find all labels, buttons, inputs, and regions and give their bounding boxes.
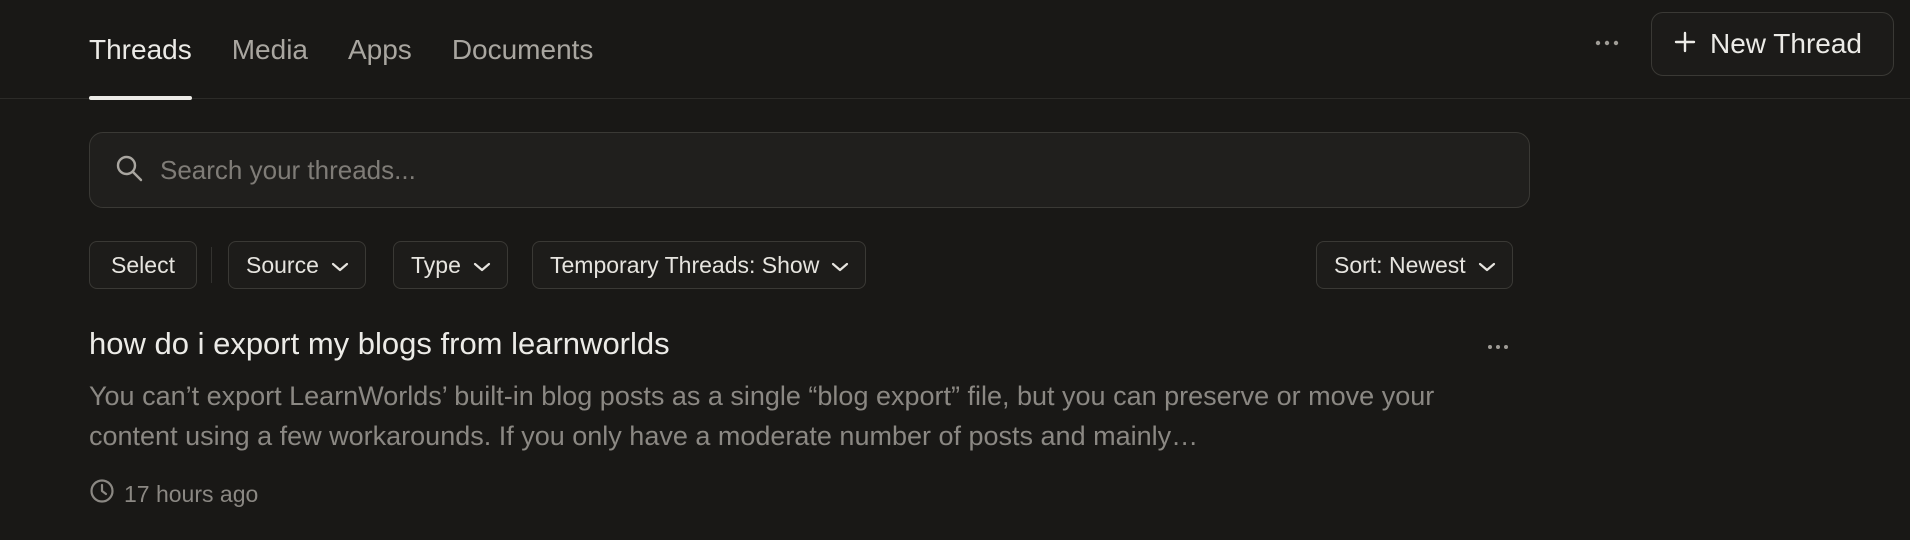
search-icon: [114, 153, 144, 188]
tab-threads[interactable]: Threads: [89, 0, 192, 100]
tab-documents[interactable]: Documents: [452, 0, 594, 99]
tab-list: Threads Media Apps Documents: [89, 0, 633, 100]
thread-time-label: 17 hours ago: [124, 480, 259, 507]
new-thread-label: New Thread: [1710, 28, 1863, 59]
chevron-down-icon: [831, 252, 849, 279]
chevron-down-icon: [331, 252, 349, 279]
search-input[interactable]: [160, 133, 1529, 207]
search-bar[interactable]: [89, 132, 1530, 208]
thread-more-options-icon[interactable]: [1481, 330, 1515, 364]
filter-divider: [211, 247, 212, 283]
type-filter-dropdown[interactable]: Type: [393, 241, 508, 289]
top-nav-bar: Threads Media Apps Documents New Thread: [0, 0, 1910, 100]
temporary-threads-dropdown[interactable]: Temporary Threads: Show: [532, 241, 867, 289]
tab-media[interactable]: Media: [232, 0, 308, 99]
source-filter-dropdown[interactable]: Source: [228, 241, 366, 289]
more-options-icon[interactable]: [1590, 26, 1624, 60]
sort-dropdown[interactable]: Sort: Newest: [1316, 241, 1513, 289]
tab-apps[interactable]: Apps: [348, 0, 412, 99]
chevron-down-icon: [473, 252, 491, 279]
source-label: Source: [246, 251, 319, 278]
sort-label: Sort: Newest: [1334, 251, 1466, 278]
select-button[interactable]: Select: [89, 241, 197, 289]
plus-icon: [1674, 28, 1696, 60]
select-label: Select: [111, 251, 175, 278]
type-label: Type: [411, 251, 461, 278]
clock-icon: [89, 478, 115, 510]
thread-snippet: You can’t export LearnWorlds’ built-in b…: [89, 381, 1435, 451]
thread-timestamp: 17 hours ago: [89, 478, 258, 510]
thread-title[interactable]: how do i export my blogs from learnworld…: [89, 326, 670, 362]
temporary-threads-label: Temporary Threads: Show: [550, 251, 820, 278]
new-thread-button[interactable]: New Thread: [1651, 12, 1894, 76]
chevron-down-icon: [1478, 252, 1496, 279]
